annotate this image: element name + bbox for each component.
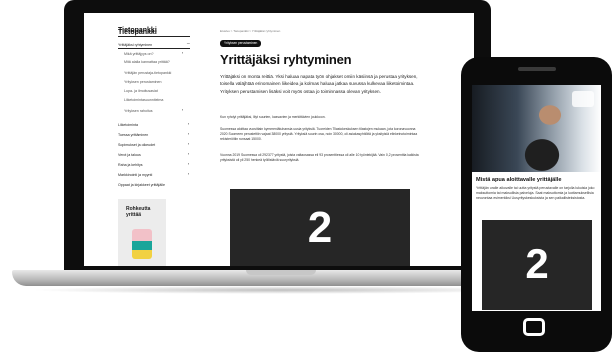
sidebar-subitem[interactable]: Yrityksen rahoitus + — [124, 109, 184, 114]
sidebar-divider — [118, 48, 190, 49]
expand-icon[interactable]: + — [186, 163, 190, 167]
phone-body-text: Yrittäjän uralle aikovalle tai uutta yri… — [476, 186, 595, 201]
video-player[interactable]: 2 — [230, 189, 410, 266]
sidebar-subitem[interactable]: Yrittäjän perustaja-tietopankki — [124, 71, 184, 76]
page-title: Yrittäjäksi ryhtyminen — [220, 52, 352, 67]
body-paragraph: Kun ryhdyt yrittäjäksi, lilyt suurten, k… — [220, 115, 326, 119]
sidebar-item-verot[interactable]: Verot ja talous + — [118, 153, 190, 158]
expand-icon[interactable]: + — [186, 143, 190, 147]
category-tag[interactable]: Yrityksen perustaminen — [220, 40, 262, 47]
sidebar-item-oppaat[interactable]: Oppaat ja kirjakkeet yrittäjälle — [118, 183, 190, 188]
phone-screen: Mistä apua aloittavalle yrittäjälle Yrit… — [472, 85, 601, 311]
breadcrumb[interactable]: Etusivu > Tietopankki > Yrittäjäksi ryht… — [220, 29, 280, 33]
expand-icon[interactable]: + — [186, 133, 190, 137]
expand-icon[interactable]: + — [186, 173, 190, 177]
hero-photo — [472, 85, 601, 172]
lead-paragraph: Yrittäjäksi on monta reittiä. Yksi halua… — [220, 74, 418, 94]
sidebar-item-sopimukset[interactable]: Sopimukset ja oikeudet + — [118, 143, 190, 148]
sidebar-item-tuessa[interactable]: Tuessa yrittäminen + — [118, 133, 190, 138]
expand-icon[interactable]: + — [180, 109, 184, 113]
promo-banner[interactable]: Rohkeutta yrittää — [118, 199, 166, 266]
collapse-icon[interactable]: − — [186, 43, 190, 47]
lamp-highlight — [572, 91, 594, 107]
laptop-notch — [246, 270, 316, 275]
phone-section-title: Mistä apua aloittavalle yrittäjälle — [476, 177, 562, 183]
laptop-shadow — [30, 286, 530, 294]
sidebar-item-raha[interactable]: Raha ja kehitys + — [118, 163, 190, 168]
phone-speaker — [518, 67, 556, 71]
sidebar-subitem[interactable]: Liiketoimintasuunnitelma — [124, 98, 184, 103]
promo-illustration — [132, 229, 152, 259]
laptop-page: Tietopankki Yrittäjäksi ryhtyminen − Mikä… — [84, 13, 474, 266]
sidebar-subitem[interactable]: Yrityksen perustaminen — [124, 80, 184, 85]
phone-video-player[interactable]: 2 — [482, 220, 592, 310]
body-paragraph: Suomessa aloittaa vuosittain kymmeniätuh… — [220, 127, 418, 142]
body-paragraph: Vuonna 2019 Suomessa oli 292377 yritystä… — [220, 153, 419, 163]
sidebar-item-liiketoiminta[interactable]: Liiketoiminta + — [118, 123, 190, 128]
sidebar-subitem[interactable]: Lupa- ja ilmoitusasiat — [124, 89, 184, 94]
home-button-icon[interactable] — [523, 318, 545, 336]
sidebar-subitem[interactable]: Mitä alalla kannattaa yrittää? — [124, 60, 184, 65]
sidebar-title: Tietopankki — [118, 27, 157, 34]
expand-icon[interactable]: + — [180, 52, 184, 56]
sidebar-divider — [118, 36, 190, 37]
sidebar-subitem[interactable]: Mikä yrittäjyys on? + — [124, 52, 184, 57]
expand-icon[interactable]: + — [186, 123, 190, 127]
video-number: 2 — [307, 203, 333, 252]
phone-video-number: 2 — [525, 240, 549, 287]
sidebar-item-markkinointi[interactable]: Markkinointi ja myynti + — [118, 173, 190, 178]
expand-icon[interactable]: + — [186, 153, 190, 157]
promo-title: Rohkeutta yrittää — [126, 206, 151, 218]
